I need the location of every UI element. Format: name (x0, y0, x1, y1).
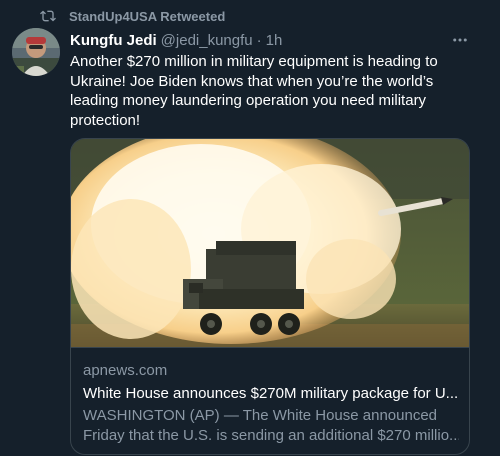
tweet-header: Kungfu Jedi @jedi_kungfu · 1h (70, 30, 460, 50)
card-description-line-1: WASHINGTON (AP) — The White House announ… (83, 407, 438, 424)
separator-dot: · (256, 31, 262, 49)
link-card[interactable]: apnews.com White House announces $270M m… (70, 138, 470, 455)
tweet-text: Another $270 million in military equipme… (70, 53, 438, 129)
card-title[interactable]: White House announces $270M military pac… (83, 384, 459, 404)
card-image (71, 139, 469, 348)
card-description: WASHINGTON (AP) — The White House announ… (83, 406, 459, 446)
card-description-line-2: Friday that the U.S. is sending an addit… (83, 427, 459, 444)
tweet[interactable]: StandUp4USA Retweeted Kungfu Jedi @jedi_… (0, 0, 500, 456)
card-domain: apnews.com (83, 362, 168, 379)
retweet-icon (40, 10, 56, 22)
card-body: apnews.com White House announces $270M m… (83, 361, 459, 446)
retweet-context[interactable]: StandUp4USA Retweeted (40, 7, 225, 25)
retweet-label: StandUp4USA Retweeted (69, 8, 226, 24)
avatar[interactable] (12, 28, 60, 76)
tweet-timestamp[interactable]: 1h (266, 32, 283, 49)
more-options-button[interactable] (448, 28, 472, 52)
author-handle[interactable]: @jedi_kungfu (161, 32, 253, 49)
more-horizontal-icon (453, 38, 467, 42)
author-display-name[interactable]: Kungfu Jedi (70, 32, 157, 49)
